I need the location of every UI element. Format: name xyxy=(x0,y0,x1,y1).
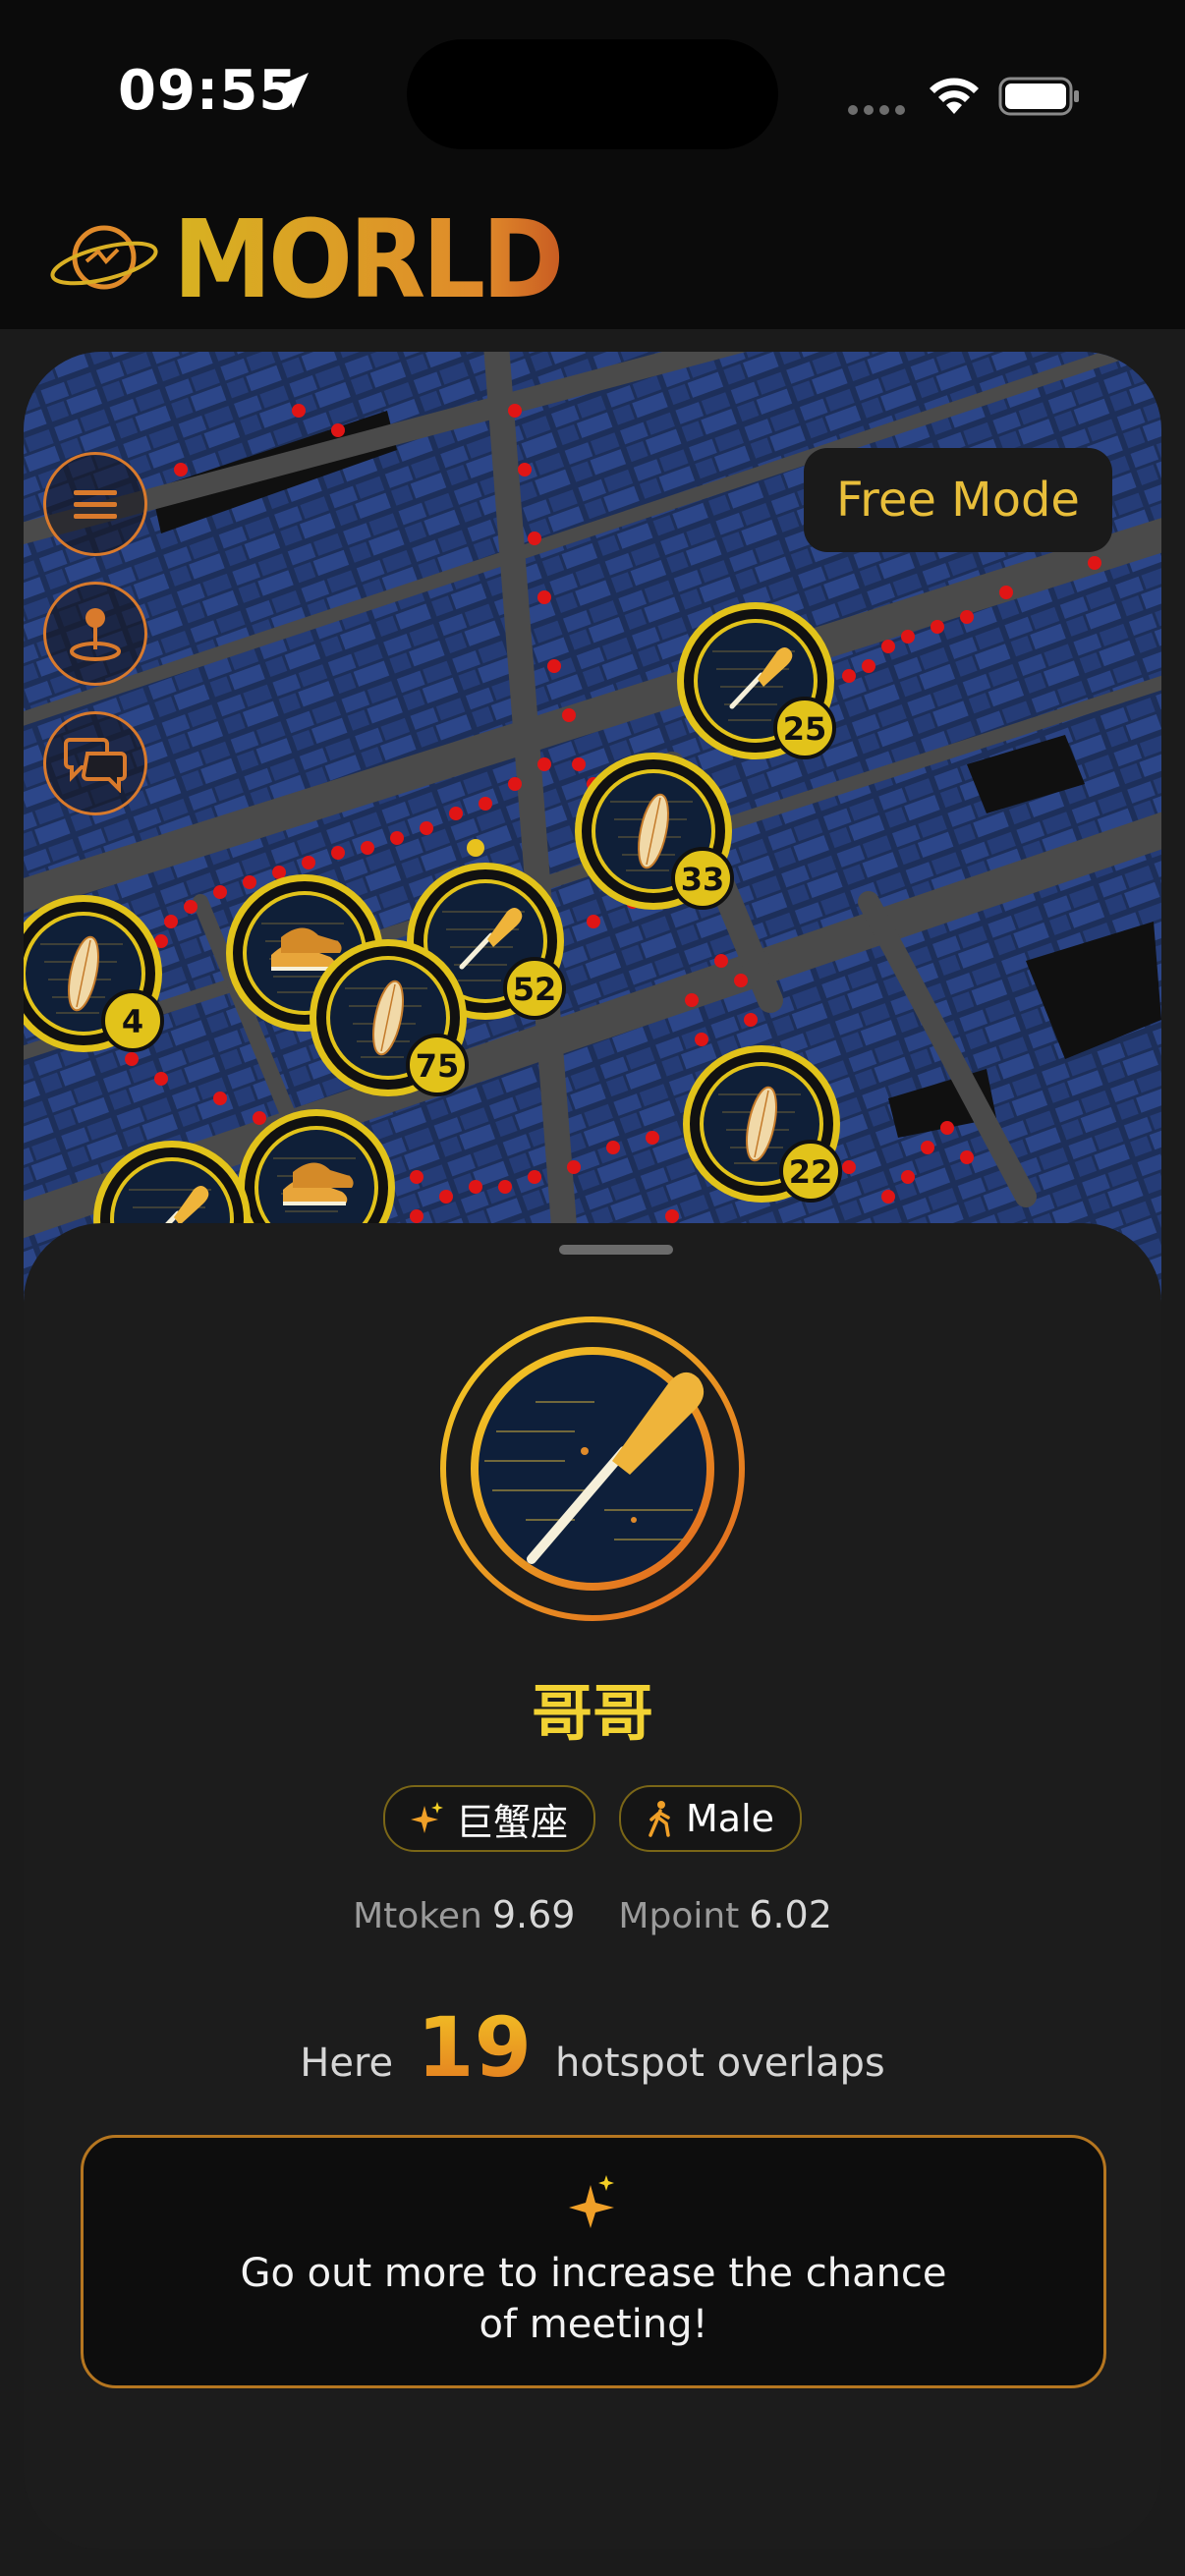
location-pin-icon xyxy=(70,608,121,661)
planet-logo-icon xyxy=(50,225,158,290)
token-stats: Mtoken 9.69 Mpoint 6.02 xyxy=(24,1893,1161,1936)
cluster-count-badge: 4 xyxy=(101,989,164,1052)
tip-card: Go out more to increase the chance of me… xyxy=(81,2135,1106,2388)
cluster-count-text: 33 xyxy=(681,861,725,898)
cluster-count-badge: 75 xyxy=(406,1034,469,1096)
chat-button[interactable] xyxy=(43,711,147,815)
map-cluster-surfboard[interactable]: 33 xyxy=(575,753,734,910)
cluster-count-badge: 33 xyxy=(671,847,734,910)
mpoint-label: Mpoint xyxy=(618,1896,740,1936)
menu-button[interactable] xyxy=(43,452,147,556)
sheet-grabber[interactable] xyxy=(559,1245,673,1255)
cluster-count-text: 75 xyxy=(416,1047,460,1085)
hotspot-summary: Here 19 hotspot overlaps xyxy=(24,1999,1161,2096)
profile-sheet: 哥哥 巨蟹座 Male Mtoken 9.69 Mpoint 6.02 Here 19… xyxy=(24,1223,1161,2549)
cluster-count-text: 52 xyxy=(513,971,557,1008)
dynamic-island xyxy=(407,39,778,149)
menu-icon xyxy=(74,490,117,519)
location-arrow-icon xyxy=(273,73,309,108)
cluster-count-badge: 25 xyxy=(773,697,836,759)
app-logo-text: MORLD xyxy=(173,196,564,322)
mtoken-value: 9.69 xyxy=(491,1893,576,1936)
map-cluster-paddle[interactable]: 25 xyxy=(677,602,836,759)
gender-chip: Male xyxy=(619,1785,803,1852)
battery-icon xyxy=(998,77,1079,116)
paddle-avatar-icon xyxy=(440,1316,745,1621)
map-cluster-surfboard[interactable]: 4 xyxy=(24,895,164,1052)
cluster-count-badge: 22 xyxy=(779,1140,842,1203)
sparkle-icon xyxy=(569,2175,614,2228)
free-mode-toggle[interactable]: Free Mode xyxy=(804,448,1112,552)
cluster-count-text: 22 xyxy=(789,1153,833,1191)
status-bar: 09:55 xyxy=(0,0,1185,187)
cluster-count-badge: 52 xyxy=(503,957,566,1020)
mpoint-value: 6.02 xyxy=(749,1893,832,1936)
profile-avatar xyxy=(437,1314,748,1628)
zodiac-label: 巨蟹座 xyxy=(456,1800,569,1844)
map-cluster-surfboard[interactable]: 22 xyxy=(683,1045,842,1203)
cluster-count-text: 4 xyxy=(122,1003,143,1040)
chat-icon xyxy=(64,738,127,793)
walking-person-icon xyxy=(649,1801,670,1837)
wifi-icon xyxy=(930,78,979,114)
location-button[interactable] xyxy=(43,582,147,686)
sparkle-icon xyxy=(411,1802,443,1833)
hotspot-count: 19 xyxy=(417,1999,533,2096)
cluster-count-text: 25 xyxy=(783,710,827,748)
tip-line-1: Go out more to increase the chance xyxy=(240,2251,947,2296)
mtoken-label: Mtoken xyxy=(353,1896,482,1936)
gender-label: Male xyxy=(686,1797,775,1840)
tip-text: Go out more to increase the chance of me… xyxy=(84,2248,1103,2350)
hotspot-suffix: hotspot overlaps xyxy=(555,2041,885,2086)
zodiac-chip: 巨蟹座 xyxy=(383,1785,596,1852)
cellular-signal-icon xyxy=(848,105,905,115)
hotspot-prefix: Here xyxy=(300,2041,394,2086)
app-header: MORLD xyxy=(0,187,1185,329)
tip-line-2: of meeting! xyxy=(479,2302,708,2347)
user-name: 哥哥 xyxy=(531,1677,653,1749)
map-cluster-surfboard[interactable]: 75 xyxy=(310,939,469,1096)
